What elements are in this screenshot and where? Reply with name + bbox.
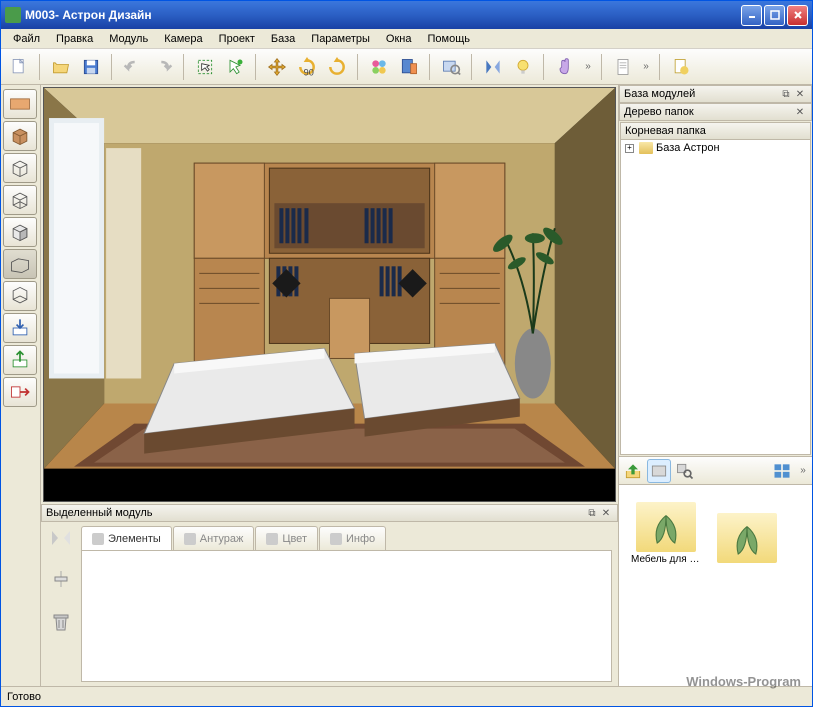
export-up-tool[interactable]: [3, 345, 37, 375]
wall-tool[interactable]: [3, 89, 37, 119]
undo-button[interactable]: [119, 53, 147, 81]
viewport-3d[interactable]: [43, 87, 616, 502]
star-icon: [184, 533, 196, 545]
new-button[interactable]: [5, 53, 33, 81]
minimize-button[interactable]: [741, 5, 762, 26]
info-icon: [330, 533, 342, 545]
slider-tool-icon[interactable]: [49, 569, 73, 592]
select-rect-button[interactable]: [191, 53, 219, 81]
trash-tool-icon[interactable]: [49, 610, 73, 637]
export-button[interactable]: [667, 53, 695, 81]
tab-entourage[interactable]: Антураж: [173, 526, 255, 550]
browser-toolbar: »: [619, 457, 812, 485]
panel-close-icon[interactable]: ✕: [793, 87, 807, 101]
toolbar-more-2[interactable]: »: [639, 61, 653, 72]
menu-camera[interactable]: Камера: [156, 31, 210, 47]
menu-edit[interactable]: Правка: [48, 31, 101, 47]
menu-base[interactable]: База: [263, 31, 303, 47]
maximize-button[interactable]: [764, 5, 785, 26]
folder-icon: [639, 142, 653, 154]
box-shade-tool[interactable]: [3, 217, 37, 247]
svg-text:90: 90: [304, 67, 314, 77]
folder-tree-header: Дерево папок ✕: [619, 103, 812, 121]
toolbar-more-1[interactable]: »: [581, 61, 595, 72]
box-wire2-tool[interactable]: [3, 185, 37, 215]
panel-close-icon[interactable]: ✕: [599, 506, 613, 520]
tab-info[interactable]: Инфо: [319, 526, 386, 550]
save-button[interactable]: [77, 53, 105, 81]
mirror-tool-icon[interactable]: [49, 528, 73, 551]
menu-module[interactable]: Модуль: [101, 31, 156, 47]
status-text: Готово: [7, 691, 41, 703]
module-base-title: База модулей: [624, 88, 695, 100]
grid-icon: [92, 533, 104, 545]
browser-item-label: Мебель для д...: [631, 554, 701, 565]
window-title: М003- Астрон Дизайн: [25, 8, 739, 22]
close-button[interactable]: [787, 5, 808, 26]
materials-button[interactable]: [365, 53, 393, 81]
selected-module-title: Выделенный модуль: [46, 507, 152, 519]
menu-windows[interactable]: Окна: [378, 31, 420, 47]
report-button[interactable]: [609, 53, 637, 81]
rotate-button[interactable]: [323, 53, 351, 81]
folder-tree[interactable]: Корневая папка + База Астрон: [620, 122, 811, 455]
titlebar: М003- Астрон Дизайн: [1, 1, 812, 29]
box-wire-tool[interactable]: [3, 153, 37, 183]
browser-layout-button[interactable]: [770, 459, 794, 483]
texture-button[interactable]: [395, 53, 423, 81]
browser-item[interactable]: [712, 513, 782, 565]
hand-button[interactable]: [551, 53, 579, 81]
redo-button[interactable]: [149, 53, 177, 81]
panel-pin-icon[interactable]: ⧉: [779, 87, 793, 101]
selected-module-header: Выделенный модуль ⧉ ✕: [41, 504, 618, 522]
main-toolbar: 90 » »: [1, 49, 812, 85]
palette-icon: [266, 533, 278, 545]
box-solid-tool[interactable]: [3, 121, 37, 151]
tree-item[interactable]: + База Астрон: [621, 140, 810, 156]
browser-search-button[interactable]: [673, 459, 697, 483]
panel-pin-icon[interactable]: ⧉: [585, 506, 599, 520]
menu-params[interactable]: Параметры: [303, 31, 378, 47]
select-arrow-button[interactable]: [221, 53, 249, 81]
browser-content[interactable]: Мебель для д...: [619, 485, 812, 686]
open-button[interactable]: [47, 53, 75, 81]
menu-help[interactable]: Помощь: [419, 31, 478, 47]
tab-color[interactable]: Цвет: [255, 526, 318, 550]
view-button[interactable]: [437, 53, 465, 81]
tab-elements[interactable]: Элементы: [81, 526, 172, 550]
light-button[interactable]: [509, 53, 537, 81]
app-icon: [5, 7, 21, 23]
box-wire3-tool[interactable]: [3, 249, 37, 279]
statusbar: Готово: [1, 686, 812, 706]
browser-up-button[interactable]: [621, 459, 645, 483]
tree-item-label: База Астрон: [656, 142, 720, 154]
move-button[interactable]: [263, 53, 291, 81]
panel-close-icon[interactable]: ✕: [793, 105, 807, 119]
export-right-tool[interactable]: [3, 377, 37, 407]
root-folder-label: Корневая папка: [621, 123, 810, 140]
browser-view-button[interactable]: [647, 459, 671, 483]
expand-icon[interactable]: +: [625, 144, 634, 153]
watermark: Windows-Program: [686, 674, 801, 689]
module-base-header: База модулей ⧉ ✕: [619, 85, 812, 103]
import-tool[interactable]: [3, 313, 37, 343]
folder-tree-title: Дерево папок: [624, 106, 694, 118]
left-toolbar: [1, 85, 41, 686]
browser-item[interactable]: Мебель для д...: [631, 502, 701, 565]
mirror-button[interactable]: [479, 53, 507, 81]
box-wire4-tool[interactable]: [3, 281, 37, 311]
menu-project[interactable]: Проект: [211, 31, 263, 47]
browser-more[interactable]: »: [796, 465, 810, 476]
rotate90-button[interactable]: 90: [293, 53, 321, 81]
menu-file[interactable]: Файл: [5, 31, 48, 47]
menubar: Файл Правка Модуль Камера Проект База Па…: [1, 29, 812, 49]
tab-content-area: [81, 550, 612, 682]
